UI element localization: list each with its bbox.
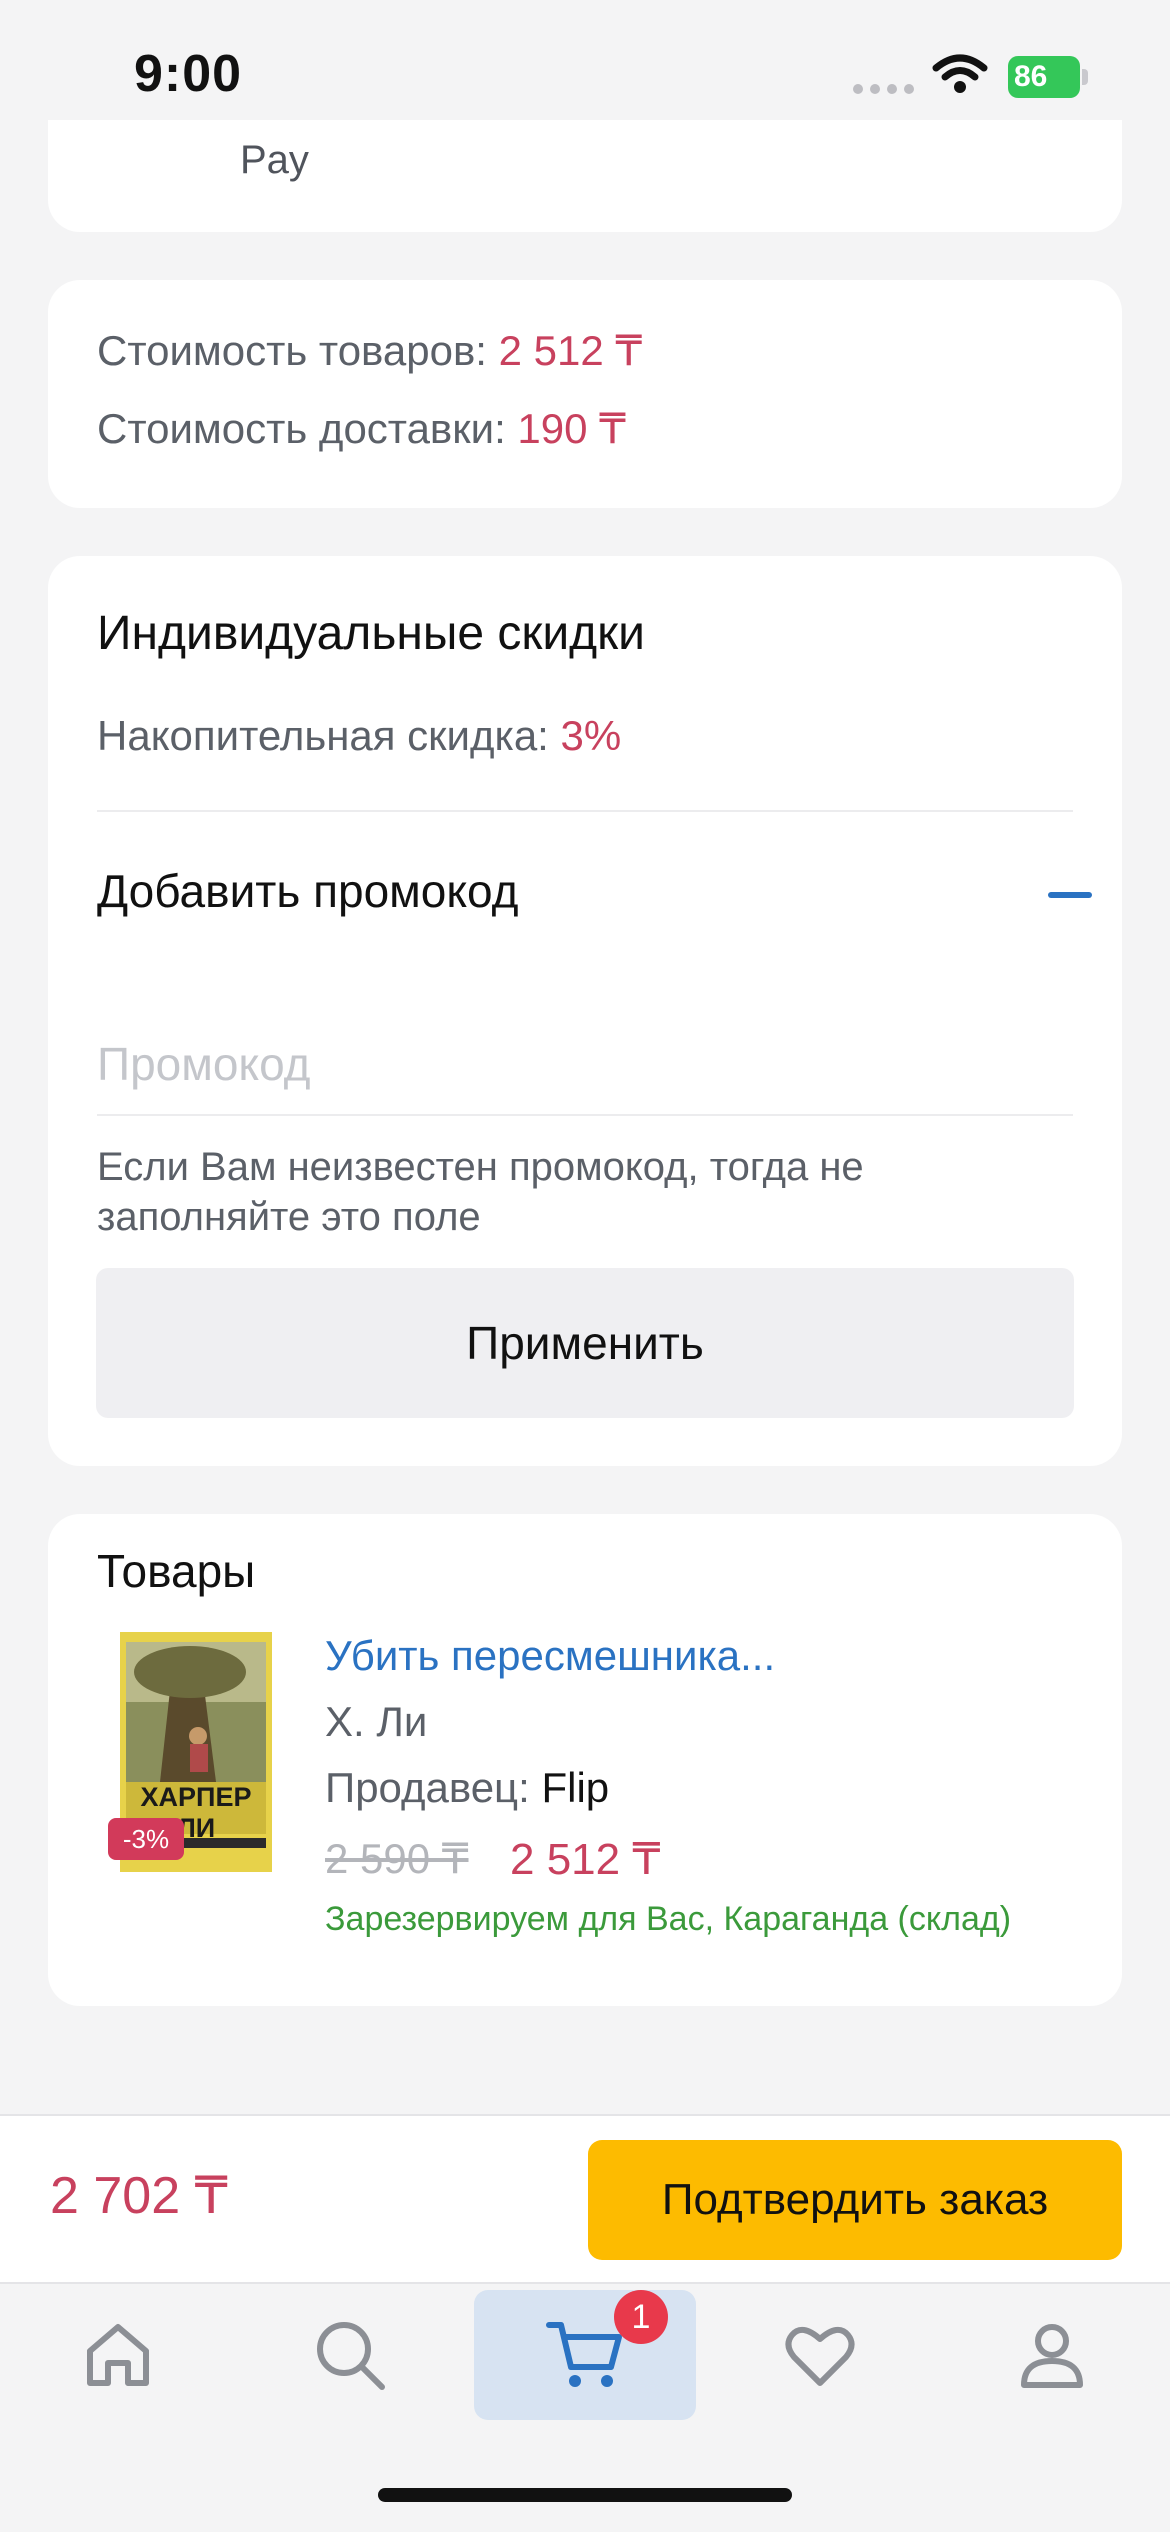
heart-icon (785, 2326, 855, 2386)
discounts-title: Индивидуальные скидки (97, 607, 645, 660)
goods-card: Товары ХАРПЕР ЛИ -3% Убить пересмешника.… (48, 1514, 1122, 2006)
product-seller: Продавец: Flip (325, 1764, 609, 1812)
search-icon (317, 2322, 385, 2390)
promo-code-input[interactable] (97, 1024, 1073, 1104)
cost-summary-card: Стоимость товаров: 2 512 ₸ Стоимость дос… (48, 280, 1122, 508)
seller-label: Продавец: (325, 1764, 530, 1811)
promo-hint: Если Вам неизвестен промокод, тогда не з… (97, 1145, 864, 1239)
product-author: Х. Ли (325, 1698, 428, 1745)
delivery-cost-value: 190 ₸ (517, 405, 626, 452)
delivery-cost-row: Стоимость доставки: 190 ₸ (97, 404, 626, 453)
tab-cart[interactable]: 1 (474, 2290, 696, 2420)
user-icon (1021, 2324, 1083, 2388)
wifi-icon (932, 54, 988, 93)
promo-toggle-label[interactable]: Добавить промокод (97, 864, 518, 918)
order-total: 2 702 ₸ (50, 2167, 228, 2225)
cellular-signal-icon (853, 84, 914, 94)
payment-card: Pay (48, 120, 1122, 232)
new-price: 2 512 ₸ (510, 1835, 661, 1884)
discount-badge: -3% (108, 1818, 184, 1860)
payment-method-label: Pay (240, 138, 309, 182)
tab-search[interactable] (290, 2290, 410, 2420)
cumulative-discount-row: Накопительная скидка: 3% (97, 712, 621, 760)
goods-title: Товары (97, 1545, 256, 1597)
order-bar: 2 702 ₸ Подтвердить заказ (0, 2114, 1170, 2282)
battery-level: 86 (1008, 56, 1080, 98)
goods-cost-label: Стоимость товаров: (97, 327, 487, 374)
old-price: 2 590 ₸ (325, 1835, 469, 1882)
status-time: 9:00 (134, 45, 243, 103)
confirm-order-button[interactable]: Подтвердить заказ (588, 2140, 1122, 2260)
apply-promo-button[interactable]: Применить (96, 1268, 1074, 1418)
availability-text: Зарезервируем для Вас, Караганда (склад) (325, 1900, 1012, 1938)
cart-icon (546, 2322, 622, 2387)
seller-name: Flip (541, 1764, 610, 1811)
cart-badge: 1 (614, 2290, 668, 2344)
status-bar: 9:00 86 (0, 0, 1170, 140)
tab-home[interactable] (58, 2290, 178, 2420)
collapse-minus-icon[interactable] (1048, 892, 1092, 898)
home-icon (87, 2324, 149, 2386)
battery-icon: 86 (1008, 56, 1088, 98)
goods-cost-row: Стоимость товаров: 2 512 ₸ (97, 326, 642, 375)
goods-cost-value: 2 512 ₸ (498, 327, 643, 374)
cumulative-discount-value: 3% (560, 712, 622, 759)
tab-profile[interactable] (992, 2290, 1112, 2420)
divider (97, 810, 1073, 812)
home-indicator (378, 2488, 792, 2502)
tab-favorites[interactable] (760, 2290, 880, 2420)
promo-input-underline (97, 1114, 1073, 1116)
product-title-link[interactable]: Убить пересмешника... (325, 1632, 775, 1680)
delivery-cost-label: Стоимость доставки: (97, 405, 506, 452)
discounts-card: Индивидуальные скидки Накопительная скид… (48, 556, 1122, 1466)
cumulative-discount-label: Накопительная скидка: (97, 712, 549, 759)
